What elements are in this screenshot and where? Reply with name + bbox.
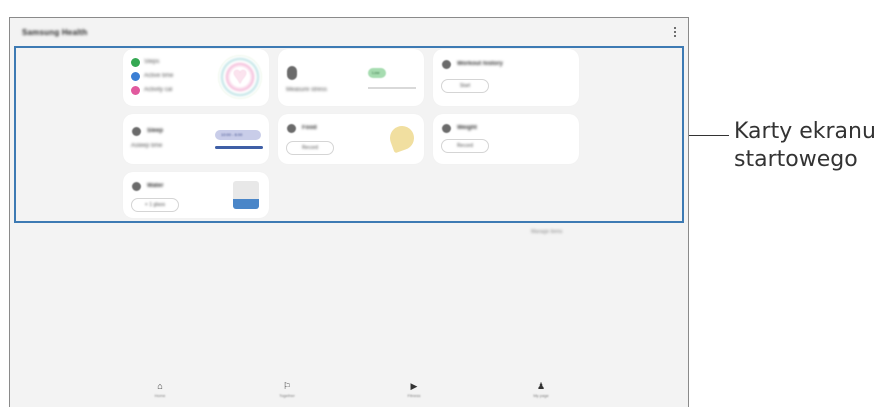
sleep-time-pill: 10:00 - 6:00 xyxy=(215,130,261,140)
dumbbell-icon xyxy=(442,60,451,69)
person-icon: ♟ xyxy=(536,381,546,391)
scale-icon xyxy=(442,124,451,133)
clock-icon xyxy=(131,72,140,81)
home-icon: ⌂ xyxy=(157,381,163,391)
food-record-button[interactable]: Record xyxy=(286,141,334,155)
callout-line1: Karty ekranu xyxy=(734,119,876,144)
nav-fitness[interactable]: ▶ Fitness xyxy=(399,381,429,398)
activity-card[interactable]: Steps Active time Activity cal xyxy=(123,49,269,106)
stress-icon xyxy=(287,66,297,80)
food-label: Food xyxy=(302,125,317,131)
water-add-glass-button[interactable]: + 1 glass xyxy=(131,198,179,212)
weight-label: Weight xyxy=(457,125,477,131)
active-time-label: Active time xyxy=(144,73,174,79)
walk-icon xyxy=(131,58,140,67)
tablet-screen: Samsung Health Steps Active time Activit… xyxy=(9,17,689,407)
activity-cal-label: Activity cal xyxy=(144,87,173,93)
callout-line xyxy=(689,135,729,136)
workout-start-button[interactable]: Start xyxy=(441,79,489,93)
water-card[interactable]: Water + 1 glass xyxy=(123,172,269,218)
nav-home[interactable]: ⌂ Home xyxy=(145,381,175,398)
weight-record-button[interactable]: Record xyxy=(441,139,489,153)
moon-icon xyxy=(132,127,141,136)
water-icon xyxy=(132,182,141,191)
food-icon xyxy=(287,124,296,133)
food-card[interactable]: Food Record xyxy=(278,114,424,164)
heart-ring-icon xyxy=(218,55,262,99)
sleep-label: Sleep xyxy=(147,128,164,134)
callout-line2: startowego xyxy=(734,147,858,172)
workout-card[interactable]: Workout history Start xyxy=(433,49,579,106)
more-options-icon[interactable] xyxy=(670,25,680,39)
app-title: Samsung Health xyxy=(22,28,88,37)
sleep-card[interactable]: Sleep Asleep time 10:00 - 6:00 xyxy=(123,114,269,164)
stress-badge: Low xyxy=(368,68,386,78)
food-plate-icon xyxy=(386,122,418,154)
manage-items-link[interactable]: Manage items xyxy=(531,229,562,235)
sleep-bar xyxy=(215,146,263,149)
nav-together[interactable]: ⚐ Together xyxy=(272,381,302,398)
workout-label: Workout history xyxy=(457,61,503,67)
stress-card[interactable]: Measure stress Low xyxy=(278,49,424,106)
play-icon: ▶ xyxy=(410,381,418,391)
sleep-sublabel: Asleep time xyxy=(131,143,163,149)
nav-my-page[interactable]: ♟ My page xyxy=(526,381,556,398)
flame-icon xyxy=(131,86,140,95)
flag-icon: ⚐ xyxy=(282,381,292,391)
callout-label: Karty ekranu startowego xyxy=(734,118,876,174)
stress-sublabel: Measure stress xyxy=(286,87,328,93)
water-label: Water xyxy=(147,183,164,189)
water-glass-icon xyxy=(233,181,259,209)
steps-label: Steps xyxy=(144,59,160,65)
stress-bar xyxy=(368,87,416,89)
weight-card[interactable]: Weight Record xyxy=(433,114,579,164)
